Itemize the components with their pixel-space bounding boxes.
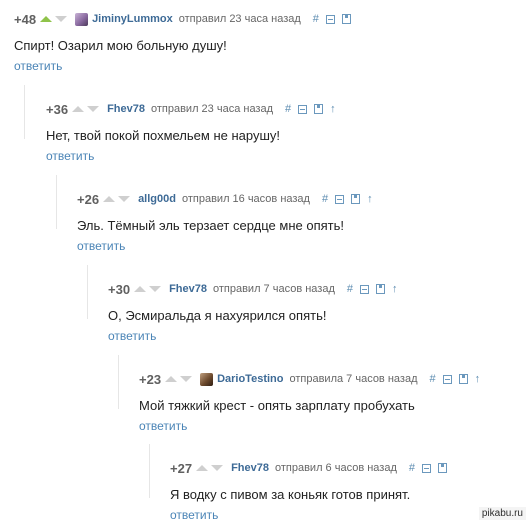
thread-line — [56, 175, 57, 229]
save-icon[interactable] — [438, 463, 447, 473]
thread-line — [149, 444, 150, 498]
comment-text: Мой тяжкий крест - опять зарплату пробух… — [139, 398, 415, 413]
permalink-icon[interactable]: # — [313, 13, 319, 25]
comment-author[interactable]: Fhev78 — [169, 283, 207, 295]
comment-header: +23 DarioTestino отправила 7 часов назад… — [139, 369, 487, 389]
reply-link[interactable]: ответить — [139, 419, 187, 433]
comment-rating: +30 — [108, 281, 131, 297]
comment-rating: +48 — [14, 11, 37, 27]
comment-header: +48 JiminyLummox отправил 23 часа назад … — [14, 9, 358, 29]
upvote-icon[interactable] — [196, 465, 209, 471]
reply-link[interactable]: ответить — [108, 329, 156, 343]
thread-line — [118, 355, 119, 409]
comment-text: Я водку с пивом за коньяк готов принят. — [170, 487, 411, 502]
collapse-icon[interactable] — [298, 104, 308, 114]
comment-author[interactable]: Fhev78 — [107, 103, 145, 115]
comment-rating: +26 — [77, 191, 100, 207]
save-icon[interactable] — [341, 14, 351, 24]
upvote-icon[interactable] — [134, 286, 147, 292]
upvote-icon[interactable] — [103, 196, 116, 202]
downvote-icon[interactable] — [211, 465, 224, 471]
upvote-icon[interactable] — [40, 16, 53, 22]
save-icon[interactable] — [458, 374, 468, 384]
comment-text: Спирт! Озарил мою больную душу! — [14, 38, 227, 53]
downvote-icon[interactable] — [55, 16, 68, 22]
user-avatar[interactable] — [75, 12, 89, 26]
parent-comment-icon[interactable]: ↑ — [392, 283, 398, 295]
comment-text: О, Эсмиральда я нахуярился опять! — [108, 308, 327, 323]
comment-header: +30 Fhev78 отправил 7 часов назад # ↑ — [108, 279, 405, 299]
comment-author[interactable]: allg00d — [138, 193, 176, 205]
collapse-icon[interactable] — [442, 374, 452, 384]
comment-header: +36 Fhev78 отправил 23 часа назад # ↑ — [46, 99, 343, 119]
reply-link[interactable]: ответить — [46, 149, 94, 163]
comment-timestamp: отправил 6 часов назад — [274, 462, 397, 474]
save-icon[interactable] — [314, 104, 324, 114]
collapse-icon[interactable] — [335, 194, 345, 204]
user-avatar[interactable] — [200, 372, 214, 386]
downvote-icon[interactable] — [149, 286, 162, 292]
permalink-icon[interactable]: # — [409, 462, 415, 474]
comment-timestamp: отправил 23 часа назад — [178, 13, 301, 25]
downvote-icon[interactable] — [118, 196, 131, 202]
site-watermark: pikabu.ru — [478, 507, 526, 520]
comment-author[interactable]: Fhev78 — [231, 462, 269, 474]
comment-rating: +27 — [170, 460, 193, 476]
permalink-icon[interactable]: # — [347, 283, 353, 295]
reply-link[interactable]: ответить — [14, 59, 62, 73]
parent-comment-icon[interactable]: ↑ — [475, 373, 481, 385]
collapse-icon[interactable] — [325, 14, 335, 24]
reply-link[interactable]: ответить — [77, 239, 125, 253]
comment-timestamp: отправила 7 часов назад — [289, 373, 418, 385]
permalink-icon[interactable]: # — [429, 373, 435, 385]
comment-timestamp: отправил 16 часов назад — [181, 193, 310, 205]
save-icon[interactable] — [376, 284, 385, 294]
comment-text: Нет, твой покой похмельем не нарушу! — [46, 128, 280, 143]
permalink-icon[interactable]: # — [285, 103, 291, 115]
collapse-icon[interactable] — [360, 284, 369, 294]
thread-line — [24, 85, 25, 139]
comment-header: +27 Fhev78 отправил 6 часов назад # — [170, 458, 454, 478]
comment-thread: +48 JiminyLummox отправил 23 часа назад … — [0, 0, 529, 523]
comment-timestamp: отправил 23 часа назад — [150, 103, 274, 115]
reply-link[interactable]: ответить — [170, 508, 218, 522]
comment-rating: +36 — [46, 101, 69, 117]
collapse-icon[interactable] — [422, 463, 431, 473]
thread-line — [87, 265, 88, 319]
downvote-icon[interactable] — [87, 106, 100, 112]
comment-author[interactable]: DarioTestino — [217, 373, 283, 385]
downvote-icon[interactable] — [180, 376, 193, 382]
comment-rating: +23 — [139, 371, 162, 387]
save-icon[interactable] — [351, 194, 361, 204]
parent-comment-icon[interactable]: ↑ — [367, 193, 373, 205]
comment-text: Эль. Тёмный эль терзает сердце мне опять… — [77, 218, 344, 233]
parent-comment-icon[interactable]: ↑ — [330, 103, 336, 115]
upvote-icon[interactable] — [165, 376, 178, 382]
upvote-icon[interactable] — [72, 106, 85, 112]
comment-timestamp: отправил 7 часов назад — [212, 283, 335, 295]
comment-header: +26 allg00d отправил 16 часов назад # ↑ — [77, 189, 380, 209]
permalink-icon[interactable]: # — [322, 193, 328, 205]
comment-author[interactable]: JiminyLummox — [92, 13, 173, 25]
